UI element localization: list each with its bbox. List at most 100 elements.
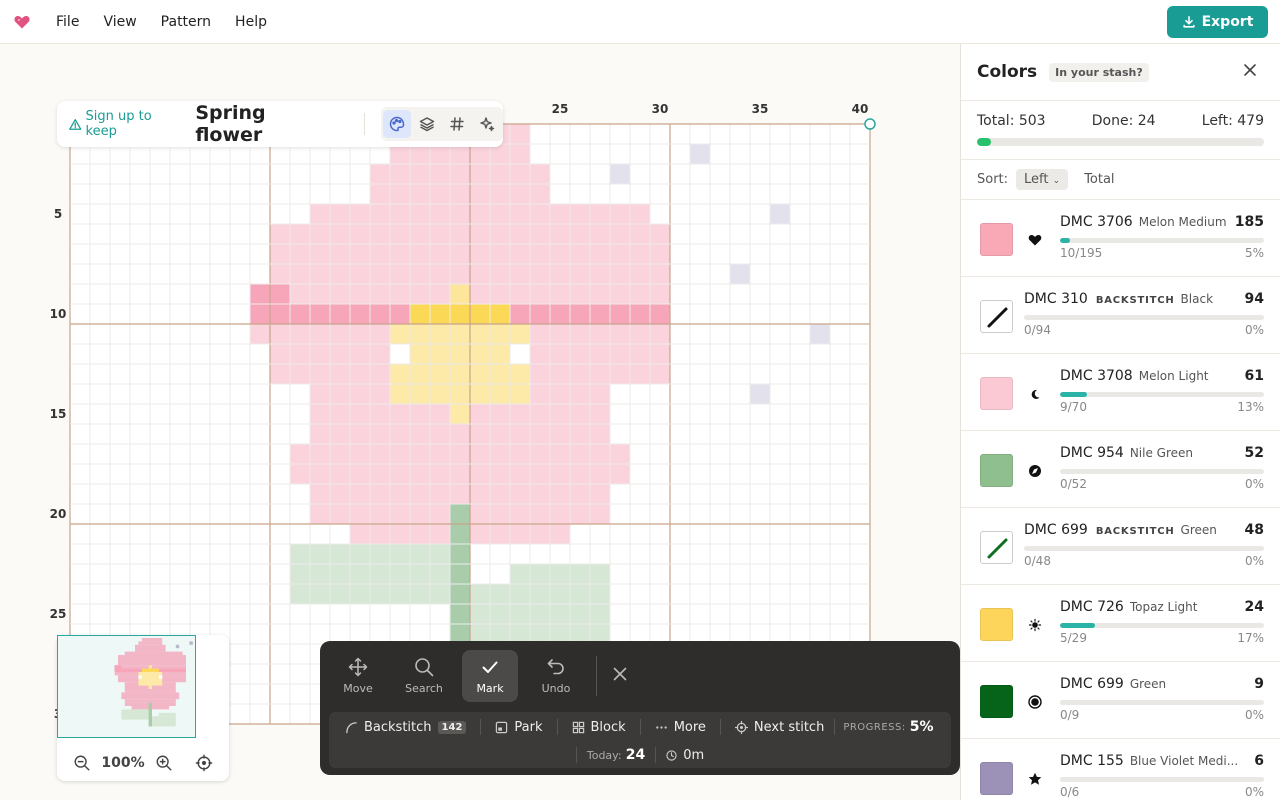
next-stitch-button[interactable]: Next stitch <box>734 720 824 735</box>
top-bar: File View Pattern Help Export <box>0 0 1280 44</box>
color-row[interactable]: DMC 310 BACKSTITCH Black 94 0/94 0% <box>961 277 1280 354</box>
move-icon <box>348 657 368 677</box>
stitch-block[interactable] <box>310 204 650 224</box>
stitch-block[interactable] <box>450 284 470 304</box>
stitch-block[interactable] <box>310 484 610 504</box>
color-row[interactable]: DMC 3708 Melon Light 61 9/70 13% <box>961 354 1280 431</box>
search-tool[interactable]: Search <box>396 650 452 702</box>
color-swatch <box>980 223 1013 256</box>
minimap-block <box>121 709 149 720</box>
minimap-preview <box>114 638 214 727</box>
more-button[interactable]: More <box>655 720 706 735</box>
heart-logo-icon[interactable] <box>0 15 44 29</box>
menu-help[interactable]: Help <box>223 0 279 44</box>
magic-button[interactable] <box>473 110 501 138</box>
divider <box>639 719 641 735</box>
thread-progress-fill <box>1060 392 1087 397</box>
color-row[interactable]: DMC 699 BACKSTITCH Green 48 0/48 0% <box>961 508 1280 585</box>
export-button[interactable]: Export <box>1167 6 1268 38</box>
backstitch-button[interactable]: Backstitch 142 <box>345 720 467 735</box>
close-toolbar-button[interactable] <box>611 665 629 687</box>
layers-button[interactable] <box>413 110 441 138</box>
color-row[interactable]: DMC 726 Topaz Light 24 5/29 17% <box>961 585 1280 662</box>
stitch-block[interactable] <box>690 144 710 164</box>
backstitch-tag: BACKSTITCH <box>1095 526 1175 537</box>
thread-done: 0/9 <box>1060 708 1080 722</box>
stitch-block[interactable] <box>750 384 770 404</box>
total-progress-fill <box>977 138 991 146</box>
color-row[interactable]: DMC 699 Green 9 0/9 0% <box>961 662 1280 739</box>
stitch-block[interactable] <box>450 404 470 424</box>
ruler-left-label: 20 <box>50 507 67 521</box>
thread-name: Blue Violet Medi... <box>1129 754 1239 768</box>
stitch-block[interactable] <box>770 204 790 224</box>
stitch-block[interactable] <box>510 344 530 364</box>
thread-done: 5/29 <box>1060 631 1087 645</box>
close-icon <box>613 667 627 681</box>
thread-percent: 0% <box>1244 323 1264 337</box>
close-panel-button[interactable] <box>1242 62 1258 82</box>
pattern-title[interactable]: Spring flower <box>195 102 334 146</box>
thread-code: DMC 699 <box>1024 522 1088 538</box>
stitch-block[interactable] <box>390 344 410 364</box>
timer-value: 0m <box>683 747 705 763</box>
color-row[interactable]: DMC 954 Nile Green 52 0/52 0% <box>961 431 1280 508</box>
star-icon <box>1025 769 1045 789</box>
sort-left-dropdown[interactable]: Left ⌄ <box>1016 169 1069 190</box>
backstitch-icon <box>346 721 357 733</box>
minimap-block <box>114 665 122 672</box>
sort-total-option[interactable]: Total <box>1076 169 1122 190</box>
search-label: Search <box>405 682 443 695</box>
color-swatch <box>980 454 1013 487</box>
zoom-in-icon[interactable] <box>155 754 173 772</box>
move-tool[interactable]: Move <box>330 650 386 702</box>
recenter-icon[interactable] <box>195 754 213 772</box>
minimap-block <box>141 638 163 642</box>
zoom-level[interactable]: 100% <box>101 755 144 771</box>
thread-percent: 0% <box>1244 554 1264 568</box>
thread-name: Black <box>1180 292 1214 306</box>
layers-icon <box>419 117 435 132</box>
left-stitches: Left: 479 <box>1201 113 1264 129</box>
more-icon <box>655 725 667 729</box>
block-button[interactable]: Block <box>572 720 626 735</box>
minimap-block <box>175 644 180 649</box>
park-button[interactable]: Park <box>495 720 543 735</box>
palette-view-button[interactable] <box>383 110 411 138</box>
stitch-block[interactable] <box>730 264 750 284</box>
mark-tool[interactable]: Mark <box>462 650 518 702</box>
zoom-out-icon[interactable] <box>73 754 91 772</box>
divider <box>719 719 721 735</box>
menu-file[interactable]: File <box>44 0 91 44</box>
stitch-block[interactable] <box>510 564 610 584</box>
ruler-left-label: 25 <box>50 607 67 621</box>
stitch-block[interactable] <box>410 304 510 324</box>
stitch-block[interactable] <box>810 324 830 344</box>
thread-done: 0/48 <box>1024 554 1051 568</box>
undo-label: Undo <box>541 682 571 695</box>
stitch-block[interactable] <box>470 584 610 644</box>
stitch-block[interactable] <box>610 164 630 184</box>
stash-toggle[interactable]: In your stash? <box>1049 62 1149 82</box>
stitch-block[interactable] <box>390 144 530 164</box>
thread-progress-bar <box>1060 392 1264 397</box>
sort-left-label: Left <box>1024 172 1049 187</box>
stitch-block[interactable] <box>450 504 470 644</box>
color-row[interactable]: DMC 155 Blue Violet Medi... 6 0/6 0% <box>961 739 1280 800</box>
stitches-left: 52 <box>1244 445 1264 461</box>
color-row[interactable]: DMC 3706 Melon Medium 185 10/195 5% <box>961 200 1280 277</box>
more-label: More <box>673 719 706 735</box>
thread-percent: 0% <box>1244 785 1264 799</box>
minimap-block <box>158 712 176 717</box>
minimap-viewport[interactable] <box>57 635 214 738</box>
menu-pattern[interactable]: Pattern <box>149 0 223 44</box>
thread-code: DMC 726 <box>1060 599 1124 615</box>
color-list: DMC 3706 Melon Medium 185 10/195 5% DMC 3… <box>961 200 1280 800</box>
thread-done: 0/94 <box>1024 323 1051 337</box>
undo-tool[interactable]: Undo <box>528 650 584 702</box>
grid-toggle-button[interactable] <box>443 110 471 138</box>
selection-handle[interactable] <box>864 118 876 130</box>
signup-link[interactable]: Sign up to keep <box>69 109 183 139</box>
menu-view[interactable]: View <box>91 0 148 44</box>
thread-progress-bar <box>1060 777 1264 782</box>
